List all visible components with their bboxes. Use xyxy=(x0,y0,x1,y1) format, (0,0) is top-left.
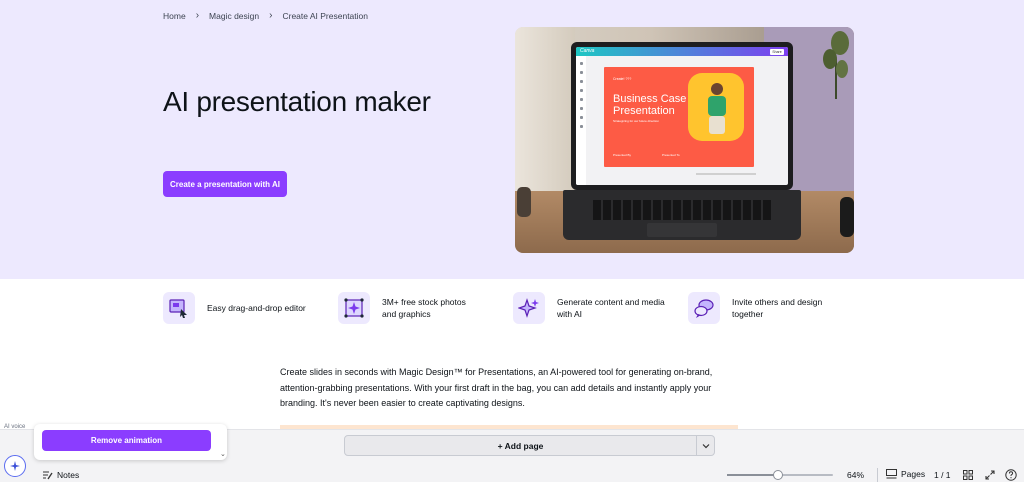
pages-button[interactable]: Pages xyxy=(886,469,925,479)
slide-meta-left: Presented By xyxy=(613,153,632,157)
notes-label: Notes xyxy=(57,470,80,480)
zoom-slider-fill xyxy=(727,474,778,476)
chat-bubbles-icon xyxy=(688,292,720,324)
preview-zoom-track xyxy=(696,173,756,175)
feature-item: 3M+ free stock photos and graphics xyxy=(338,292,482,324)
person-illustration xyxy=(708,83,726,134)
add-page-button[interactable]: + Add page xyxy=(344,435,697,456)
laptop-keyboard xyxy=(563,190,801,240)
slide-subtitle: Strategizing for our future direction xyxy=(613,119,660,123)
editor-preview: Canva Share Create! ??? Business Case Pr… xyxy=(576,47,788,185)
preview-sidebar xyxy=(576,56,586,185)
laptop-screen: Canva Share Create! ??? Business Case Pr… xyxy=(571,42,793,190)
stock-photos-icon xyxy=(338,292,370,324)
feature-item: Generate content and media with AI xyxy=(513,292,677,324)
preview-share-button: Share xyxy=(770,48,784,55)
zoom-level[interactable]: 64% xyxy=(847,470,864,480)
animation-panel: Remove animation ⌄ xyxy=(34,424,227,460)
sparkles-icon xyxy=(513,292,545,324)
slide-kicker: Create! ??? xyxy=(613,77,632,81)
grid-view-icon[interactable] xyxy=(961,468,975,482)
feature-label: Easy drag-and-drop editor xyxy=(207,303,306,313)
breadcrumb-magic-design[interactable]: Magic design xyxy=(209,11,259,21)
pages-icon xyxy=(886,469,897,479)
vase xyxy=(517,187,531,217)
anim-hint-text: AI voice xyxy=(4,424,26,430)
chevron-right-icon: › xyxy=(195,10,200,21)
chevron-right-icon: › xyxy=(269,10,273,21)
trackpad xyxy=(647,223,717,237)
chevron-down-icon xyxy=(702,443,709,448)
preview-slide: Create! ??? Business Case Presentation S… xyxy=(604,67,754,167)
slide-meta-right: Presented To xyxy=(662,153,680,157)
feature-item: Easy drag-and-drop editor xyxy=(163,292,327,324)
background-wall xyxy=(515,27,575,197)
add-page-dropdown[interactable] xyxy=(697,435,715,456)
feature-label: 3M+ free stock photos and graphics xyxy=(382,297,466,319)
pages-label: Pages xyxy=(901,469,926,479)
divider xyxy=(877,468,878,482)
hero-section: Home › Magic design › Create AI Presenta… xyxy=(0,0,1024,279)
feature-label: Invite others and design together xyxy=(732,297,823,319)
plant-icon xyxy=(823,31,849,99)
hero-image: Canva Share Create! ??? Business Case Pr… xyxy=(515,27,854,253)
feature-item: Invite others and design together xyxy=(688,292,832,324)
sparkle-icon xyxy=(10,461,20,471)
speaker xyxy=(840,197,854,237)
breadcrumb-home[interactable]: Home xyxy=(163,11,186,21)
canva-logo: Canva xyxy=(580,48,595,54)
description-text: Create slides in seconds with Magic Desi… xyxy=(280,367,713,408)
breadcrumb: Home › Magic design › Create AI Presenta… xyxy=(163,10,368,21)
page-title: AI presentation maker xyxy=(163,86,431,117)
magic-assistant-button[interactable] xyxy=(4,455,26,477)
zoom-slider[interactable] xyxy=(727,470,833,480)
fullscreen-icon[interactable] xyxy=(983,468,997,482)
chevron-down-icon[interactable]: ⌄ xyxy=(220,450,226,458)
feature-label: Generate content and media with AI xyxy=(557,297,665,319)
help-icon[interactable] xyxy=(1004,468,1018,482)
notes-button[interactable]: Notes xyxy=(42,470,79,480)
breadcrumb-current: Create AI Presentation xyxy=(282,10,368,21)
create-presentation-button[interactable]: Create a presentation with AI xyxy=(163,171,287,197)
notes-icon xyxy=(43,471,53,480)
zoom-slider-handle[interactable] xyxy=(772,470,783,480)
page-count: 1 / 1 xyxy=(934,470,951,480)
page: Home › Magic design › Create AI Presenta… xyxy=(0,0,1024,482)
drag-drop-editor-icon xyxy=(163,292,195,324)
preview-topbar: Canva Share xyxy=(576,47,788,56)
remove-animation-button[interactable]: Remove animation xyxy=(42,430,211,451)
